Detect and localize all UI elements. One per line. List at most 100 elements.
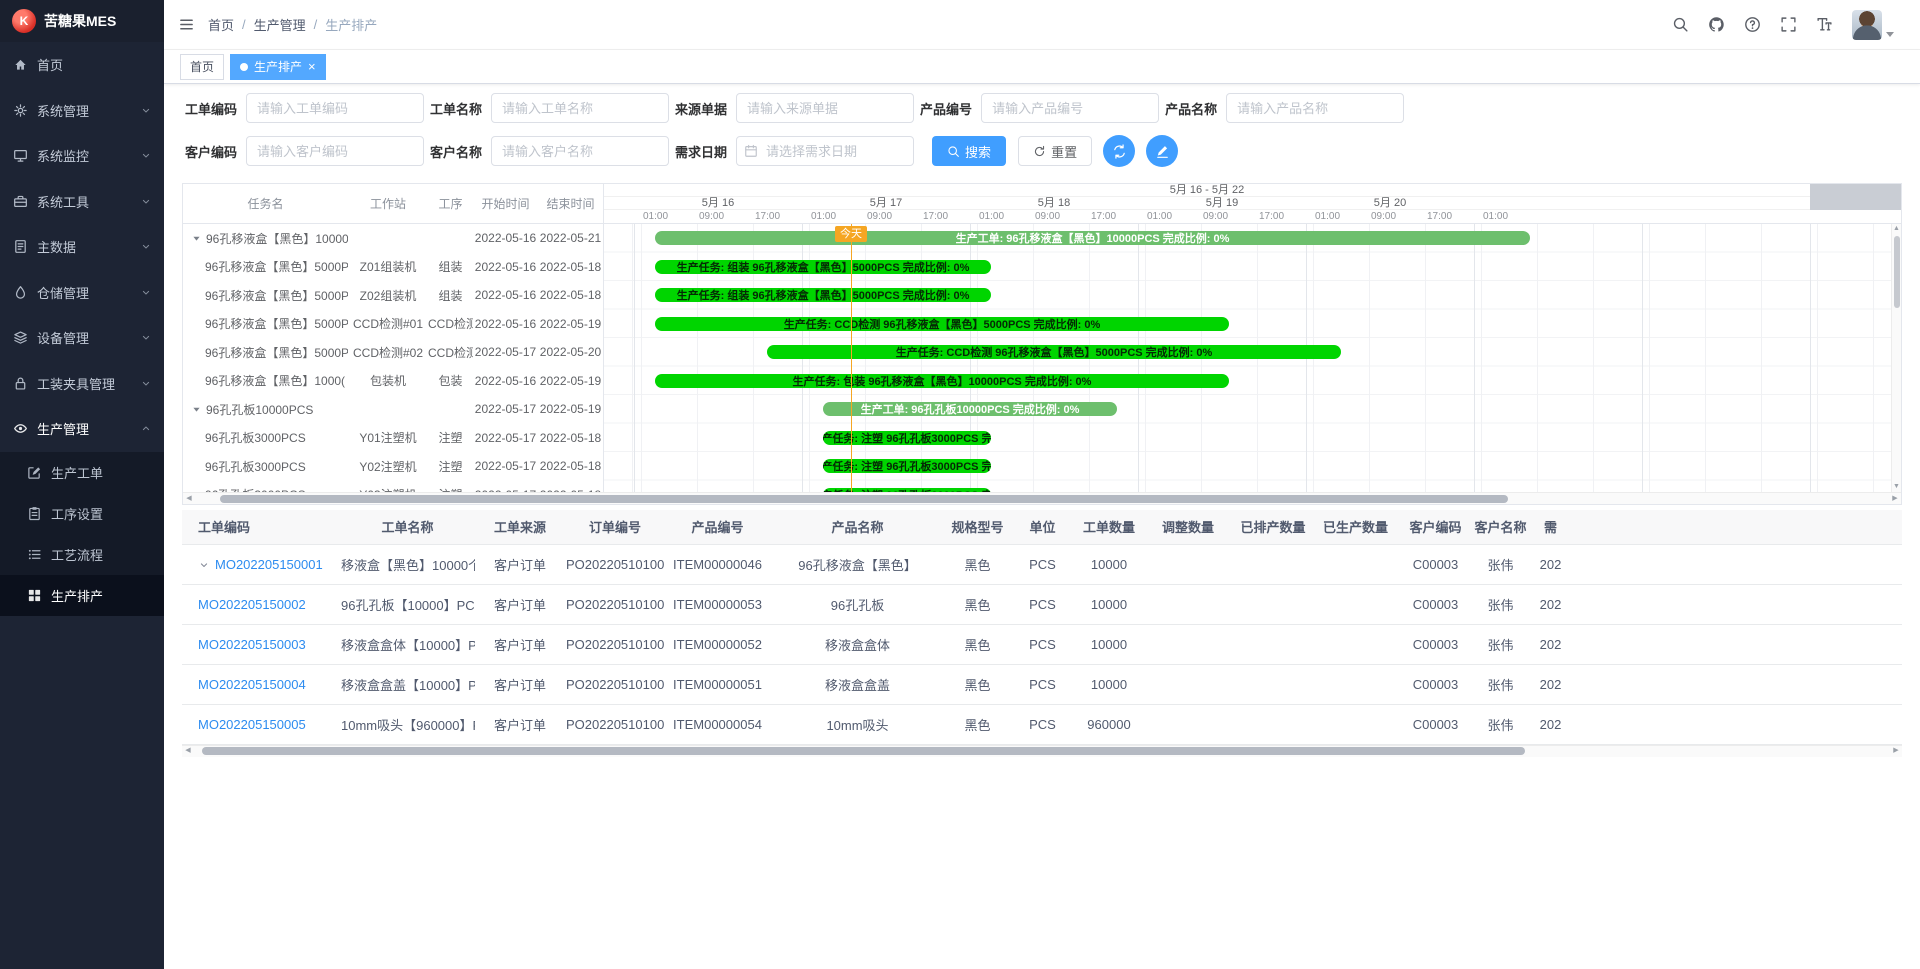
collapse-toggle-icon[interactable] <box>191 233 202 244</box>
tab-close-icon[interactable]: × <box>308 60 316 73</box>
refresh-gantt-button[interactable] <box>1103 135 1135 167</box>
gantt-column-headers: 任务名工作站工序开始时间结束时间 <box>183 184 603 223</box>
gantt-task-row[interactable]: 96孔孔板3000PCSY03注塑机注塑2022-05-172022-05-18 <box>183 481 603 493</box>
gantt-task-row[interactable]: 96孔孔板3000PCSY02注塑机注塑2022-05-172022-05-18 <box>183 452 603 481</box>
order-row[interactable]: MO202205150004移液盒盒盖【10000】PCS客户订单PO20220… <box>182 664 1902 704</box>
search-icon[interactable] <box>1672 16 1689 33</box>
horizontal-scrollbar-thumb[interactable] <box>220 495 1507 503</box>
order-cell: C00003 <box>1398 704 1473 744</box>
sidebar-item-2[interactable]: 系统监控 <box>0 133 164 179</box>
search-button[interactable]: 搜索 <box>932 136 1006 166</box>
gantt-bar-task[interactable]: 生产任务: 组装 96孔移液盒【黑色】5000PCS 完成比例: 0% <box>655 260 991 274</box>
tab-0[interactable]: 首页 <box>180 54 224 80</box>
gantt-task-row[interactable]: 96孔移液盒【黑色】5000PCCD检测#02CCD检测2022-05-1720… <box>183 338 603 367</box>
gantt-task-row[interactable]: 96孔移液盒【黑色】5000PCCD检测#01CCD检测2022-05-1620… <box>183 310 603 339</box>
order-code-link[interactable]: MO202205150001 <box>215 557 323 572</box>
filter-input-1-2[interactable] <box>736 136 914 166</box>
app-logo[interactable]: K 苦糖果MES <box>0 0 164 42</box>
order-row[interactable]: MO202205150003移液盒盒体【10000】PCS客户订单PO20220… <box>182 624 1902 664</box>
filter-input-0-4[interactable] <box>1226 93 1404 123</box>
order-row[interactable]: MO20220515000296孔孔板【10000】PCS客户订单PO20220… <box>182 584 1902 624</box>
gantt-horizontal-scrollbar[interactable]: ◀ ▶ <box>183 492 1901 504</box>
fontsize-icon[interactable] <box>1816 16 1833 33</box>
sidebar-item-4[interactable]: 主数据 <box>0 224 164 270</box>
sidebar-item-5[interactable]: 仓储管理 <box>0 270 164 316</box>
breadcrumb-item-0[interactable]: 首页 <box>208 15 234 34</box>
submenu-item-2[interactable]: 工艺流程 <box>0 534 164 575</box>
timeline-day-label: 5月 16 <box>634 197 802 209</box>
orders-horizontal-scrollbar[interactable]: ◀ ▶ <box>182 745 1902 757</box>
gantt-bar-task[interactable]: 生产任务: 包装 96孔移液盒【黑色】10000PCS 完成比例: 0% <box>655 374 1229 388</box>
droplet-icon <box>12 284 28 300</box>
order-cell: 黑色 <box>945 624 1010 664</box>
horizontal-scrollbar-thumb[interactable] <box>202 747 1525 755</box>
sidebar-item-1[interactable]: 系统管理 <box>0 88 164 134</box>
filter-input-0-2[interactable] <box>736 93 914 123</box>
order-code-link[interactable]: MO202205150004 <box>198 677 306 692</box>
scrollbar-track[interactable] <box>194 745 1890 757</box>
vertical-scrollbar-thumb[interactable] <box>1894 236 1900 308</box>
github-icon[interactable] <box>1708 16 1725 33</box>
scroll-right-icon[interactable]: ▶ <box>1890 745 1902 757</box>
expand-row-icon[interactable] <box>198 559 210 571</box>
gantt-task-row[interactable]: 96孔移液盒【黑色】1000(包装机包装2022-05-162022-05-19 <box>183 367 603 396</box>
submenu-item-1[interactable]: 工序设置 <box>0 493 164 534</box>
gantt-bar-task[interactable]: 生产任务: CCD检测 96孔移液盒【黑色】5000PCS 完成比例: 0% <box>767 345 1341 359</box>
gantt-bar-task[interactable]: 生产任务: 注塑 96孔孔板3000PCS 完成 <box>823 431 991 445</box>
submenu-item-3[interactable]: 生产排产 <box>0 575 164 616</box>
sidebar-item-6[interactable]: 设备管理 <box>0 315 164 361</box>
gantt-bar-task[interactable]: 生产任务: 组装 96孔移液盒【黑色】5000PCS 完成比例: 0% <box>655 288 991 302</box>
filter-input-0-1[interactable] <box>491 93 669 123</box>
scroll-left-icon[interactable]: ◀ <box>183 493 195 505</box>
order-row[interactable]: MO202205150001移液盒【黑色】10000个客户订单PO2022051… <box>182 544 1902 584</box>
scroll-down-icon[interactable]: ▼ <box>1893 482 1900 492</box>
gantt-task-row[interactable]: 96孔移液盒【黑色】5000PZ01组装机组装2022-05-162022-05… <box>183 253 603 282</box>
gantt-timeline-row: 生产工单: 96孔孔板10000PCS 完成比例: 0% <box>604 395 1901 424</box>
filter-input-1-1[interactable] <box>491 136 669 166</box>
timeline-hour-label: 17:00 <box>1091 210 1116 223</box>
submenu-item-0[interactable]: 生产工单 <box>0 452 164 493</box>
gantt-bar-work-order[interactable]: 生产工单: 96孔移液盒【黑色】10000PCS 完成比例: 0% <box>655 231 1530 245</box>
gantt-task-row[interactable]: 96孔移液盒【黑色】10000P(2022-05-162022-05-21 <box>183 224 603 253</box>
tab-bar: 首页生产排产× <box>164 50 1920 84</box>
question-icon[interactable] <box>1744 16 1761 33</box>
hamburger-icon[interactable] <box>179 17 194 32</box>
order-code-link[interactable]: MO202205150003 <box>198 637 306 652</box>
sidebar-item-0[interactable]: 首页 <box>0 42 164 88</box>
reset-button[interactable]: 重置 <box>1018 136 1092 166</box>
filter-input-0-3[interactable] <box>981 93 1159 123</box>
order-cell: 96孔移液盒【黑色】 <box>770 544 945 584</box>
scroll-up-icon[interactable]: ▲ <box>1893 224 1900 234</box>
tab-1[interactable]: 生产排产× <box>230 54 326 80</box>
sidebar-item-8[interactable]: 生产管理 <box>0 406 164 452</box>
gantt-bar-task[interactable]: 生产任务: CCD检测 96孔移液盒【黑色】5000PCS 完成比例: 0% <box>655 317 1229 331</box>
order-row[interactable]: MO20220515000510mm吸头【960000】PCS客户订单PO202… <box>182 704 1902 744</box>
sidebar-item-7[interactable]: 工装夹具管理 <box>0 361 164 407</box>
gantt-task-row[interactable]: 96孔孔板10000PCS2022-05-172022-05-19 <box>183 395 603 424</box>
collapse-toggle-icon[interactable] <box>191 404 202 415</box>
gantt-task-row[interactable]: 96孔孔板3000PCSY01注塑机注塑2022-05-172022-05-18 <box>183 424 603 453</box>
edit-button[interactable] <box>1146 135 1178 167</box>
gantt-bar-task[interactable]: 生产任务: 注塑 96孔孔板3000PCS 完成 <box>823 488 991 493</box>
order-code-link[interactable]: MO202205150002 <box>198 597 306 612</box>
gantt-vertical-scrollbar[interactable]: ▲ ▼ <box>1891 224 1901 492</box>
orders-table: 工单编码工单名称工单来源订单编号产品编号产品名称规格型号单位工单数量调整数量已排… <box>182 510 1902 745</box>
avatar[interactable] <box>1852 10 1882 40</box>
user-menu[interactable] <box>1852 10 1894 40</box>
gantt-bar-task[interactable]: 生产任务: 注塑 96孔孔板3000PCS 完成 <box>823 459 991 473</box>
order-code-link[interactable]: MO202205150005 <box>198 717 306 732</box>
gantt-task-row[interactable]: 96孔移液盒【黑色】5000PZ02组装机组装2022-05-162022-05… <box>183 281 603 310</box>
scroll-left-icon[interactable]: ◀ <box>182 745 194 757</box>
filter-input-0-0[interactable] <box>246 93 424 123</box>
order-cell <box>1233 624 1313 664</box>
breadcrumb-item-2[interactable]: 生产排产 <box>325 15 377 34</box>
scrollbar-track[interactable] <box>195 493 1889 505</box>
breadcrumb-item-1[interactable]: 生产管理 <box>254 15 306 34</box>
filter-input-1-0[interactable] <box>246 136 424 166</box>
order-cell: 张伟 <box>1473 624 1528 664</box>
scroll-right-icon[interactable]: ▶ <box>1889 493 1901 505</box>
gantt-column-header-2: 工序 <box>428 195 473 212</box>
sidebar-item-3[interactable]: 系统工具 <box>0 179 164 225</box>
gantt-bar-work-order[interactable]: 生产工单: 96孔孔板10000PCS 完成比例: 0% <box>823 402 1117 416</box>
fullscreen-icon[interactable] <box>1780 16 1797 33</box>
